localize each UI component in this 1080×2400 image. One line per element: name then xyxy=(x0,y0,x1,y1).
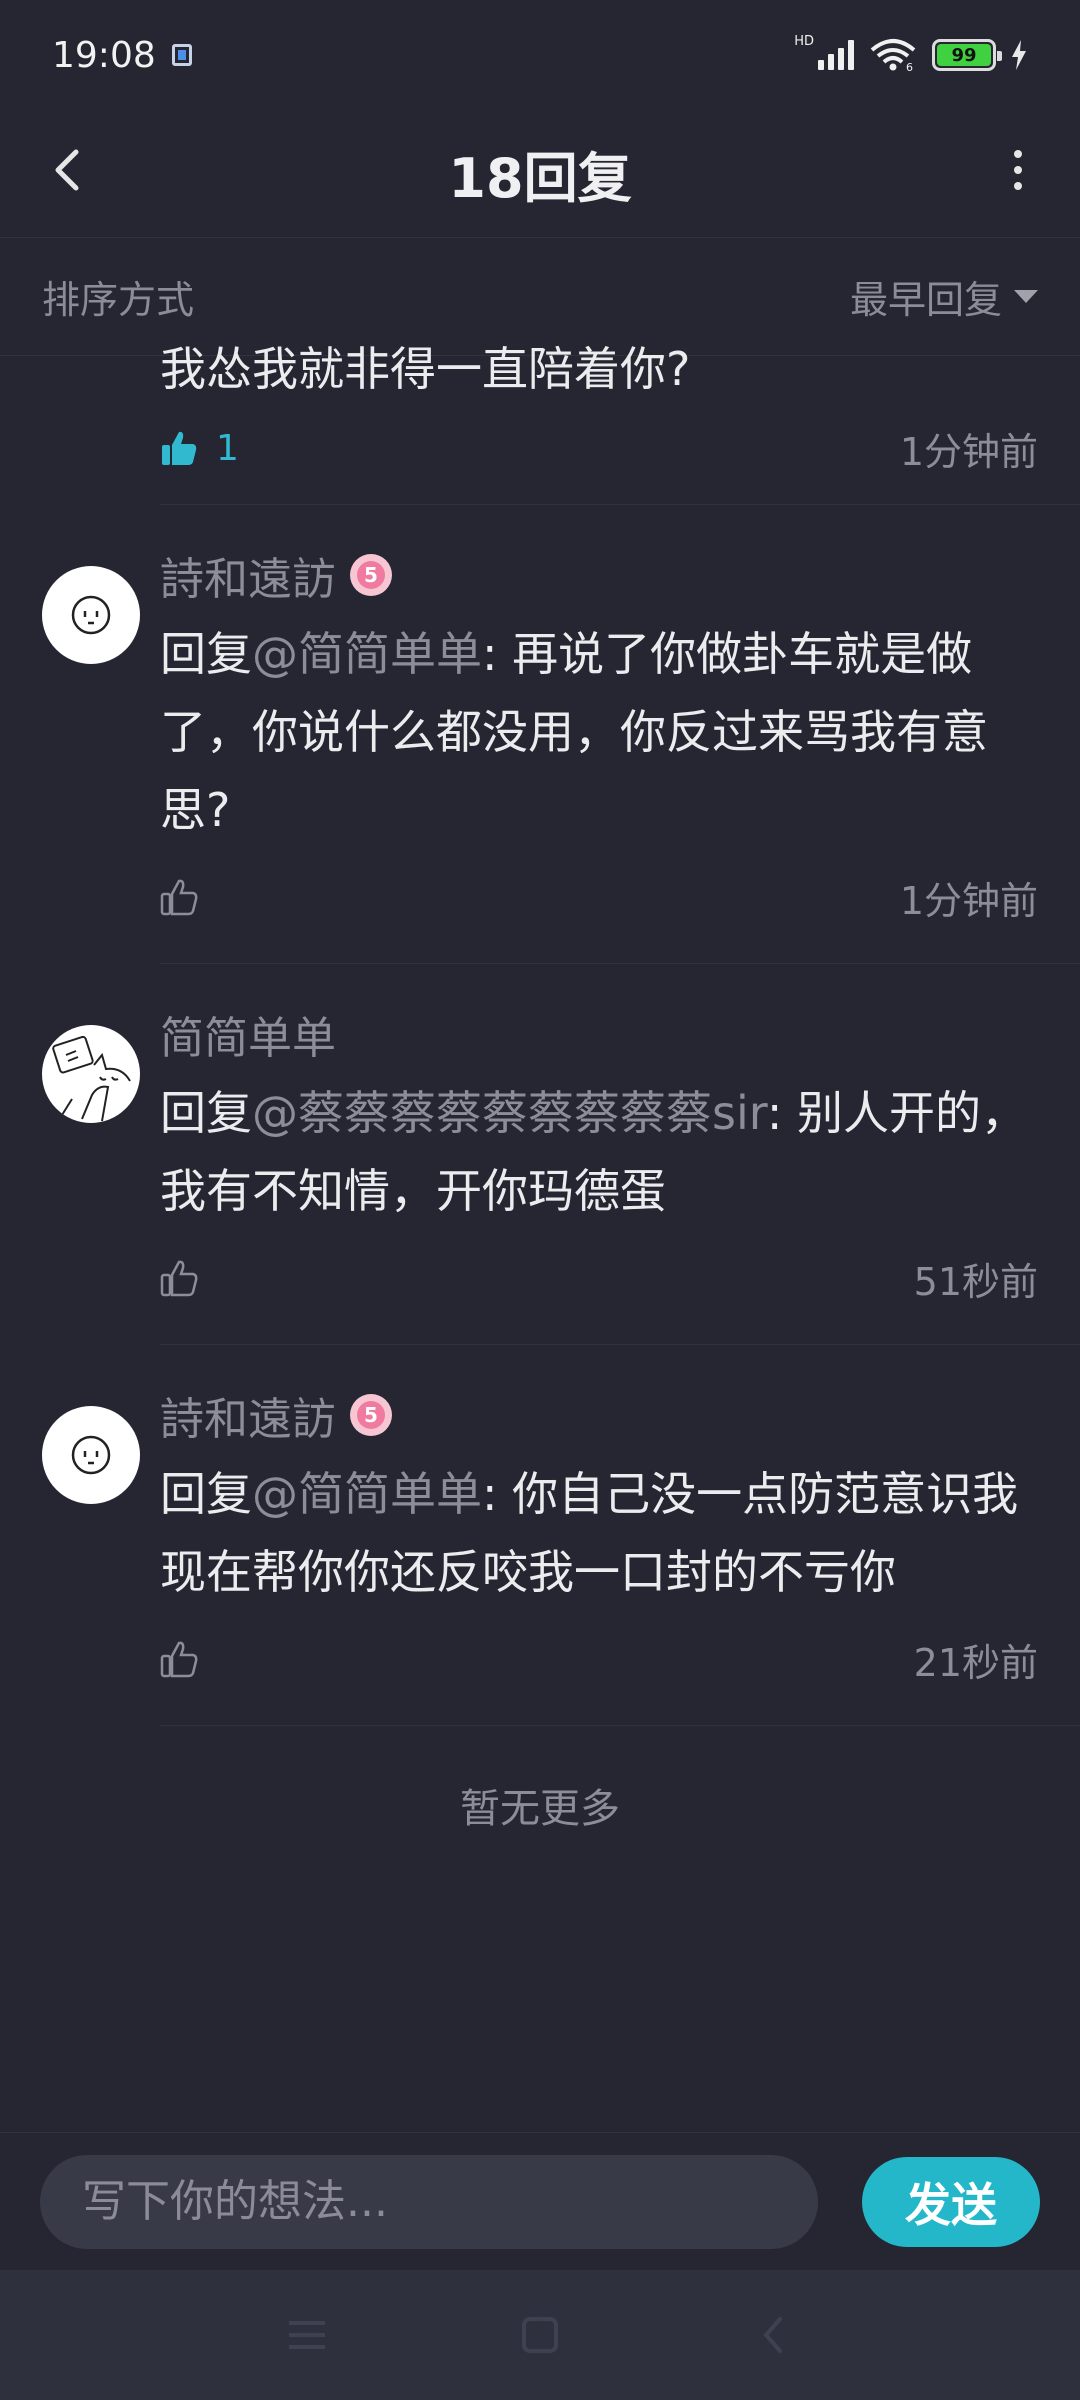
nav-menu-button[interactable] xyxy=(267,2295,347,2375)
page-title: 18回复 xyxy=(448,147,632,210)
more-vertical-icon xyxy=(1014,150,1022,158)
thumbs-up-filled-icon xyxy=(162,431,197,465)
reply-prefix: 回复 xyxy=(160,1467,252,1521)
reply-list: 我怂我就非得一直陪着你? 1 1分钟前 詩和遠訪 5 回复@简简单单: 再说了你… xyxy=(0,342,1080,1834)
comment-text: 回复@简简单单: 你自己没一点防范意识我现在帮你你还反咬我一口封的不亏你 xyxy=(160,1455,1080,1611)
like-button[interactable] xyxy=(160,878,198,916)
status-bar: 19:08 HD 6 99 xyxy=(0,0,1080,110)
reply-prefix: 回复 xyxy=(160,627,252,681)
list-item: 詩和遠訪 5 回复@简简单单: 再说了你做卦车就是做了，你说什么都没用，你反过来… xyxy=(42,543,1080,964)
cat-sketch-icon xyxy=(52,1035,131,1122)
comment-time: 21秒前 xyxy=(913,1640,1038,1685)
like-button[interactable]: 1 xyxy=(160,428,239,469)
thumbs-up-icon xyxy=(160,879,198,916)
comment-time: 1分钟前 xyxy=(899,878,1038,923)
thumbs-up-icon xyxy=(160,1260,198,1297)
reply-prefix: 回复 xyxy=(160,1086,252,1140)
thumbs-up-icon xyxy=(160,1641,198,1678)
level-badge: 5 xyxy=(350,1394,392,1436)
user-name[interactable]: 简简单单 xyxy=(160,1002,336,1066)
battery-level: 99 xyxy=(937,44,991,66)
charging-icon xyxy=(1012,40,1026,70)
badge-level-value: 5 xyxy=(357,561,385,589)
like-button[interactable] xyxy=(160,1259,198,1297)
face-icon xyxy=(71,1435,111,1475)
nav-back-button[interactable] xyxy=(733,2295,813,2375)
mention-link[interactable]: @蔡蔡蔡蔡蔡蔡蔡蔡蔡sir xyxy=(252,1086,767,1140)
composer-bar: 发送 xyxy=(0,2132,1080,2270)
no-more-label: 暂无更多 xyxy=(460,1786,620,1832)
back-arrow-icon xyxy=(763,2317,783,2353)
back-button[interactable] xyxy=(36,138,100,202)
comment-time: 1分钟前 xyxy=(899,429,1038,474)
system-nav-bar xyxy=(0,2270,1080,2400)
home-square-icon xyxy=(521,2317,558,2353)
status-time: 19:08 xyxy=(52,34,156,76)
hd-label: HD xyxy=(794,33,814,49)
chevron-left-icon xyxy=(55,149,79,191)
like-count: 1 xyxy=(216,427,239,469)
user-name[interactable]: 詩和遠訪 xyxy=(160,1383,336,1447)
comment-time: 51秒前 xyxy=(913,1259,1038,1304)
signal-icon xyxy=(818,40,854,70)
comment-input[interactable] xyxy=(40,2154,818,2249)
wifi-icon: 6 xyxy=(870,39,916,72)
face-icon xyxy=(71,595,111,635)
avatar[interactable] xyxy=(42,1025,140,1123)
menu-icon xyxy=(288,2321,325,2349)
list-item: 詩和遠訪 5 回复@简简单单: 你自己没一点防范意识我现在帮你你还反咬我一口封的… xyxy=(42,1383,1080,1726)
avatar[interactable] xyxy=(42,1406,140,1504)
sort-dropdown[interactable]: 最早回复 xyxy=(850,269,1038,324)
sort-label: 排序方式 xyxy=(42,278,195,322)
avatar[interactable] xyxy=(42,566,140,664)
notification-icon xyxy=(171,44,192,66)
badge-level-value: 5 xyxy=(357,1401,385,1429)
sort-selected-value: 最早回复 xyxy=(849,278,1002,322)
like-button[interactable] xyxy=(160,1640,198,1678)
level-badge: 5 xyxy=(350,554,392,596)
comment-text: 我怂我就非得一直陪着你? xyxy=(160,342,691,396)
wifi-sub: 6 xyxy=(906,61,913,72)
more-options-button[interactable] xyxy=(986,138,1050,202)
mention-link[interactable]: @简简单单 xyxy=(252,1467,482,1521)
user-name[interactable]: 詩和遠訪 xyxy=(160,543,336,607)
battery-icon: 99 xyxy=(932,39,1002,71)
list-item: 简简单单 回复@蔡蔡蔡蔡蔡蔡蔡蔡蔡sir: 别人开的，我有不知情，开你玛德蛋 5… xyxy=(42,1002,1080,1345)
top-bar: 18回复 xyxy=(0,110,1080,238)
caret-down-icon xyxy=(1014,290,1038,303)
list-item: 我怂我就非得一直陪着你? 1 1分钟前 xyxy=(160,330,1080,505)
send-button[interactable]: 发送 xyxy=(862,2156,1040,2247)
comment-text: 回复@简简单单: 再说了你做卦车就是做了，你说什么都没用，你反过来骂我有意思? xyxy=(160,615,1080,849)
status-icons: HD 6 99 xyxy=(794,34,1028,72)
comment-text: 回复@蔡蔡蔡蔡蔡蔡蔡蔡蔡sir: 别人开的，我有不知情，开你玛德蛋 xyxy=(160,1074,1080,1230)
nav-home-button[interactable] xyxy=(500,2295,580,2375)
mention-link[interactable]: @简简单单 xyxy=(252,627,482,681)
